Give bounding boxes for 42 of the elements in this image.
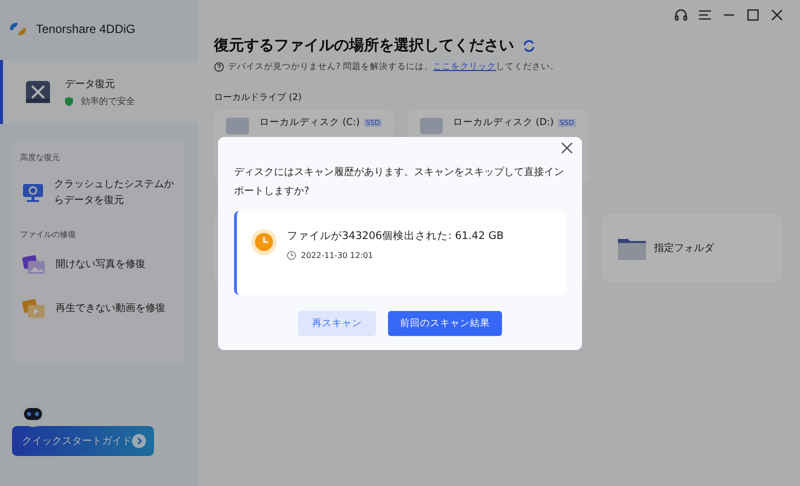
drive-name: ローカルディスク (D:) <box>452 116 554 129</box>
video-icon <box>22 298 46 320</box>
section-heading: ローカルドライブ (2) <box>214 92 303 104</box>
section-heading: ファイルの修復 <box>20 229 77 240</box>
item-label: データ復元 <box>65 78 116 90</box>
chevron-icon <box>132 434 146 448</box>
dialog-message: ディスクにはスキャン履歴があります。スキャンをスキップして直接インポートしますか? <box>234 166 565 199</box>
close-button[interactable] <box>560 142 574 156</box>
maximize-icon[interactable] <box>746 8 760 22</box>
menu-icon[interactable] <box>698 8 712 22</box>
drive-tools-icon <box>25 79 51 105</box>
help-icon <box>214 62 224 72</box>
drive-icon <box>420 116 443 136</box>
help-text: デバイスが見つかりません? 問題を解決するには、ここをクリック してください。 <box>228 61 560 73</box>
drive-name: ローカルディスク (C:) <box>259 116 360 129</box>
previous-results-button[interactable]: 前回のスキャン結果 <box>388 311 502 336</box>
photo-icon <box>22 254 46 276</box>
page-title: 復元するファイルの場所を選択してください <box>214 36 514 55</box>
sidebar-item[interactable]: 再生できない動画を修復 <box>56 301 174 317</box>
monitor-icon <box>22 182 44 204</box>
sidebar-item[interactable]: 開けない写真を修復 <box>56 257 174 273</box>
app-title: Tenorshare 4DDiG <box>36 22 136 36</box>
logo-icon <box>8 20 28 38</box>
scan-result: ファイルが343206個検出された: 61.42 GB <box>287 229 504 243</box>
drive-icon <box>226 116 250 136</box>
time-icon <box>287 251 296 260</box>
clock-icon <box>251 229 277 255</box>
help-link[interactable]: ここをクリック <box>433 62 496 72</box>
sidebar-item[interactable]: クラッシュしたシステムからデータを復元 <box>54 177 174 209</box>
location-card[interactable]: 指定フォルダ <box>602 214 782 282</box>
location-label: 指定フォルダ <box>654 242 714 255</box>
safety-label: 効率的で安全 <box>81 96 135 108</box>
section-heading: 高度な復元 <box>20 152 61 163</box>
headset-icon[interactable] <box>674 8 688 22</box>
quick-start-button[interactable]: クイックスタートガイド <box>12 426 154 456</box>
close-icon[interactable] <box>770 8 784 22</box>
shield-icon <box>65 96 73 106</box>
scan-date: 2022-11-30 12:01 <box>301 251 374 260</box>
rescan-button[interactable]: 再スキャン <box>298 311 376 336</box>
refresh-icon[interactable] <box>522 38 536 52</box>
sidebar-item[interactable]: データ復元 効率的で安全 <box>0 60 198 124</box>
folder-icon <box>618 236 646 260</box>
